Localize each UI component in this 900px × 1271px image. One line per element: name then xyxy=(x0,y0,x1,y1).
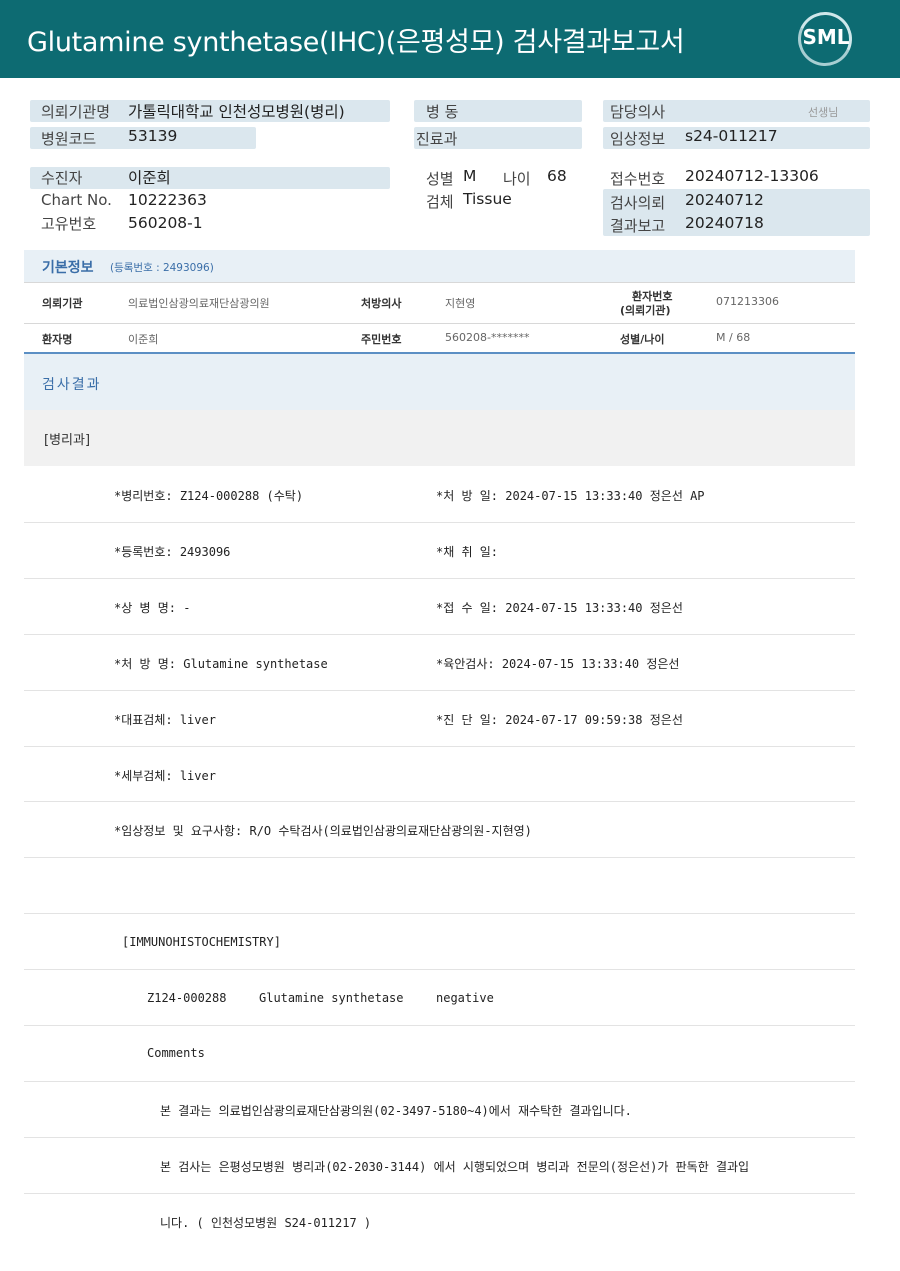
report-header: Glutamine synthetase(IHC)(은평성모) 검사결과보고서 … xyxy=(0,0,900,78)
basic-rrn-label: 주민번호 xyxy=(361,333,402,346)
age-label: 나이 xyxy=(503,170,531,188)
chart-label: Chart No. xyxy=(41,191,112,209)
row-divider xyxy=(24,578,855,579)
chart-value: 10222363 xyxy=(128,191,207,209)
requesting-org-label: 의뢰기관명 xyxy=(41,103,111,121)
row-divider xyxy=(24,801,855,802)
basic-patient-no-label-2: (의뢰기관) xyxy=(620,304,671,317)
hospital-code-value: 53139 xyxy=(128,127,178,145)
result-report-label: 결과보고 xyxy=(610,217,666,235)
result-line-right: *육안검사: 2024-07-15 13:33:40 정은선 xyxy=(436,657,680,671)
clinical-request-line: *임상정보 및 요구사항: R/O 수탁검사(의료법인삼광의료재단삼광의원-지현… xyxy=(114,824,532,838)
result-line-left: *대표검체: liver xyxy=(114,713,216,727)
row-divider xyxy=(24,969,855,970)
row-divider xyxy=(24,1081,855,1082)
basic-info-title: 기본정보 xyxy=(42,260,94,276)
result-line-right: *채 취 일: xyxy=(436,545,499,559)
receipt-label: 접수번호 xyxy=(610,170,666,188)
department-header: [병리과] xyxy=(24,410,855,466)
result-line-right: *접 수 일: 2024-07-15 13:33:40 정은선 xyxy=(436,601,683,615)
test-request-label: 검사의뢰 xyxy=(610,194,666,212)
ihc-marker: Glutamine synthetase xyxy=(259,991,404,1005)
result-line-left: *세부검체: liver xyxy=(114,769,216,783)
hospital-code-label: 병원코드 xyxy=(41,130,97,148)
basic-org-value: 의료법인삼광의료재단삼광의원 xyxy=(128,297,270,310)
sex-label: 성별 xyxy=(426,170,454,188)
clinical-info-value: s24-011217 xyxy=(685,127,778,145)
clinical-info-label: 임상정보 xyxy=(610,130,666,148)
result-line-left: *상 병 명: - xyxy=(114,601,191,615)
results-section-title: 검사결과 xyxy=(42,377,102,393)
row-divider xyxy=(24,857,855,858)
specimen-value: Tissue xyxy=(463,190,512,208)
examinee-value: 이준희 xyxy=(128,169,171,187)
department-label: 진료과 xyxy=(416,130,458,148)
report-title: Glutamine synthetase(IHC)(은평성모) 검사결과보고서 xyxy=(27,27,685,58)
result-line-left: *등록번호: 2493096 xyxy=(114,545,231,559)
row-divider xyxy=(24,634,855,635)
basic-patient-name-value: 이준희 xyxy=(128,333,159,346)
basic-info-subtitle: (등록번호 : 2493096) xyxy=(110,262,214,274)
basic-prescriber-value: 지현영 xyxy=(445,297,476,310)
ihc-case-number: Z124-000288 xyxy=(147,991,227,1005)
row-divider xyxy=(24,913,855,914)
comment-line: 본 결과는 의료법인삼광의료재단삼광의원(02-3497-5180~4)에서 재… xyxy=(160,1104,632,1118)
unique-value: 560208-1 xyxy=(128,214,203,232)
examinee-label: 수진자 xyxy=(41,169,83,187)
examinee-pill xyxy=(30,167,390,189)
ward-label: 병 동 xyxy=(426,103,459,121)
sml-logo-icon: SML xyxy=(790,4,860,74)
row-divider xyxy=(24,1137,855,1138)
result-line-right: *진 단 일: 2024-07-17 09:59:38 정은선 xyxy=(436,713,683,727)
basic-info-header: 기본정보 (등록번호 : 2493096) xyxy=(24,250,855,282)
row-divider xyxy=(24,1025,855,1026)
specimen-label: 검체 xyxy=(426,193,454,211)
comment-line: 니다. ( 인천성모병원 S24-011217 ) xyxy=(160,1216,372,1230)
department-label: [병리과] xyxy=(44,433,91,448)
basic-patient-no-value: 071213306 xyxy=(716,295,779,308)
divider xyxy=(24,323,855,324)
doctor-label: 담당의사 xyxy=(610,103,666,121)
basic-rrn-value: 560208-******* xyxy=(445,331,530,344)
test-request-value: 20240712 xyxy=(685,191,764,209)
row-divider xyxy=(24,746,855,747)
doctor-suffix: 선생님 xyxy=(808,106,839,119)
requesting-org-value: 가톨릭대학교 인천성모병원(병리) xyxy=(128,103,345,121)
basic-sex-age-value: M / 68 xyxy=(716,331,751,344)
result-report-value: 20240718 xyxy=(685,214,764,232)
age-value: 68 xyxy=(547,167,567,185)
result-line-left: *병리번호: Z124-000288 (수탁) xyxy=(114,489,304,503)
basic-org-label: 의뢰기관 xyxy=(42,297,83,310)
result-line-left: *처 방 명: Glutamine synthetase xyxy=(114,657,328,671)
basic-sex-age-label: 성별/나이 xyxy=(620,333,665,346)
receipt-value: 20240712-13306 xyxy=(685,167,819,185)
basic-patient-name-label: 환자명 xyxy=(42,333,73,346)
ihc-header: [IMMUNOHISTOCHEMISTRY] xyxy=(122,935,281,949)
comments-label: Comments xyxy=(147,1046,205,1060)
results-section-header: 검사결과 xyxy=(24,352,855,410)
row-divider xyxy=(24,522,855,523)
result-line-right: *처 방 일: 2024-07-15 13:33:40 정은선 AP xyxy=(436,489,705,503)
sex-value: M xyxy=(463,167,477,185)
logo-text: SML xyxy=(802,25,850,49)
unique-label: 고유번호 xyxy=(41,215,97,233)
basic-prescriber-label: 처방의사 xyxy=(361,297,402,310)
comment-line: 본 검사는 은평성모병원 병리과(02-2030-3144) 에서 시행되었으며… xyxy=(160,1160,750,1174)
ihc-result: negative xyxy=(436,991,494,1005)
row-divider xyxy=(24,690,855,691)
divider xyxy=(24,282,855,283)
row-divider xyxy=(24,1193,855,1194)
